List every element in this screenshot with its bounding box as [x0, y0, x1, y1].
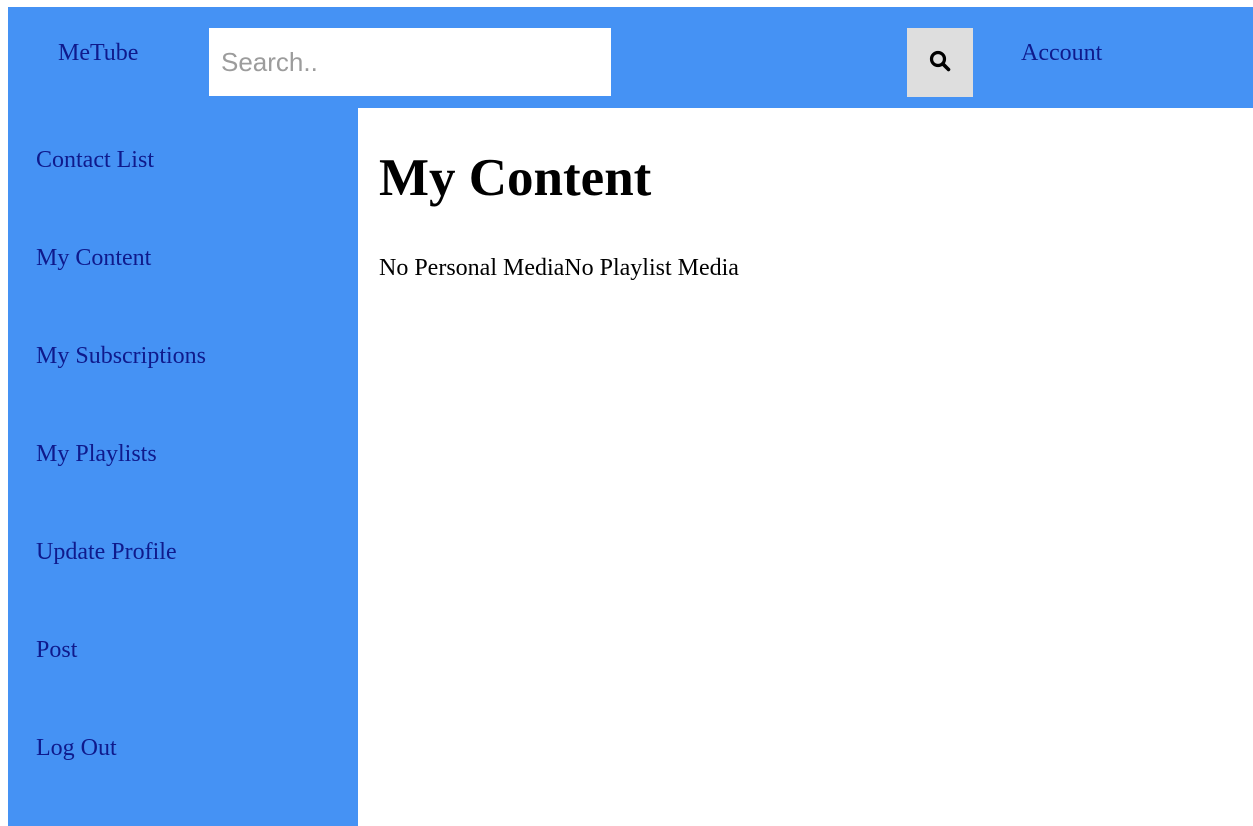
personal-media-empty-text: No Personal Media: [379, 255, 565, 281]
sidebar-item-contact-list[interactable]: Contact List: [36, 148, 154, 172]
media-status-text: No Personal MediaNo Playlist Media: [379, 256, 739, 280]
playlist-media-empty-text: No Playlist Media: [564, 255, 739, 281]
main-content: My Content No Personal MediaNo Playlist …: [358, 108, 1253, 826]
sidebar-item-update-profile[interactable]: Update Profile: [36, 540, 177, 564]
brand-link[interactable]: MeTube: [58, 41, 138, 65]
search-input[interactable]: [209, 28, 611, 96]
sidebar: Contact List My Content My Subscriptions…: [8, 108, 358, 826]
account-link[interactable]: Account: [1021, 41, 1102, 65]
sidebar-item-log-out[interactable]: Log Out: [36, 736, 117, 760]
sidebar-item-my-content[interactable]: My Content: [36, 246, 151, 270]
search-icon: [929, 50, 951, 75]
app-frame: MeTube Account Contact List My Content M…: [8, 7, 1253, 826]
sidebar-item-my-playlists[interactable]: My Playlists: [36, 442, 157, 466]
search-button[interactable]: [907, 28, 973, 97]
page-title: My Content: [379, 149, 652, 207]
sidebar-item-post[interactable]: Post: [36, 638, 77, 662]
sidebar-item-my-subscriptions[interactable]: My Subscriptions: [36, 344, 206, 368]
top-navigation-bar: MeTube Account: [8, 7, 1253, 108]
